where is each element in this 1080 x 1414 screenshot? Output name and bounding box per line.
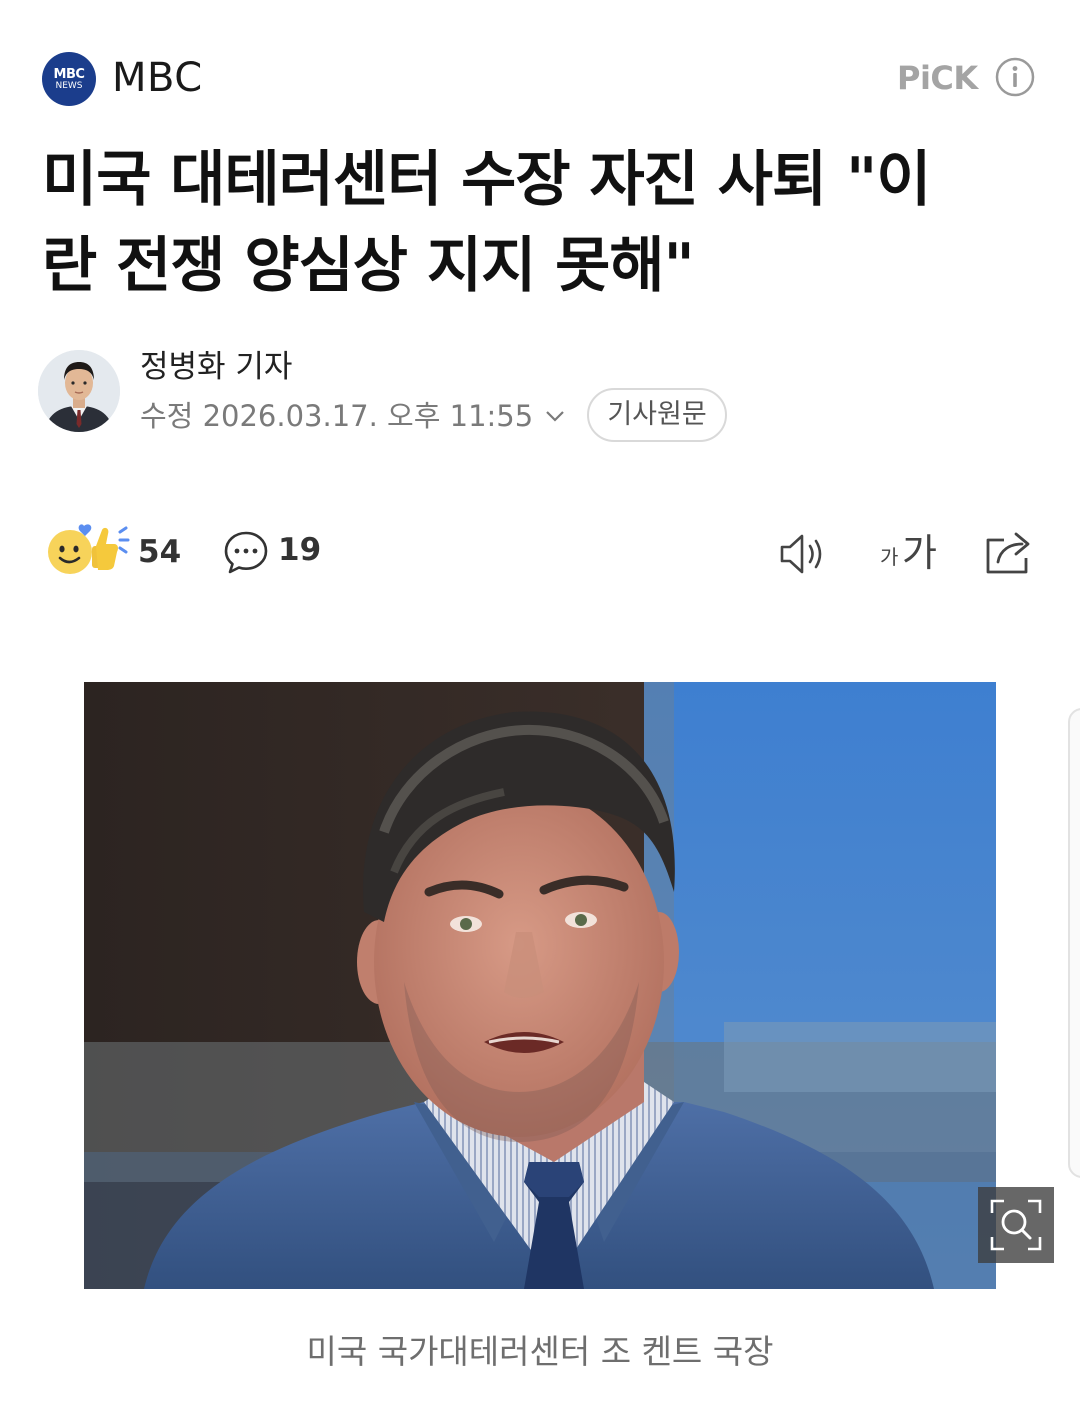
- headline-line-1: 미국 대테러센터 수장 자진 사퇴 "이: [42, 145, 932, 215]
- font-size-button[interactable]: 가 가: [880, 528, 944, 578]
- reaction-count[interactable]: 54: [138, 530, 181, 574]
- reaction-emoji-icon[interactable]: [44, 522, 130, 578]
- chevron-down-icon: [546, 411, 564, 422]
- photo-caption: 미국 국가대테러센터 조 켄트 국장: [306, 1332, 774, 1371]
- pick-badge: PiCK: [897, 59, 978, 97]
- press-name[interactable]: MBC: [112, 52, 203, 104]
- share-icon[interactable]: [982, 526, 1036, 578]
- press-logo[interactable]: MBC NEWS: [42, 52, 96, 106]
- article-headline: 미국 대테러센터 수장 자진 사퇴 "이 란 전쟁 양심상 지지 못해": [42, 137, 1042, 309]
- article-photo[interactable]: [84, 682, 996, 1289]
- date-text: 수정 2026.03.17. 오후 11:55: [140, 399, 534, 433]
- logo-text-news: NEWS: [55, 80, 83, 91]
- info-icon[interactable]: [994, 56, 1036, 98]
- comment-bubble-icon[interactable]: [222, 528, 270, 576]
- headline-line-2: 란 전쟁 양심상 지지 못해": [42, 231, 695, 301]
- font-size-small-label: 가: [880, 545, 899, 569]
- next-photo-peek[interactable]: [1068, 708, 1080, 1178]
- logo-text-mbc: MBC: [53, 66, 85, 82]
- reporter-name[interactable]: 정병화 기자: [140, 345, 292, 389]
- original-article-button[interactable]: 기사원문: [587, 388, 727, 442]
- zoom-icon[interactable]: [978, 1187, 1054, 1263]
- reporter-avatar[interactable]: [38, 350, 120, 432]
- speaker-icon[interactable]: [778, 530, 830, 578]
- comment-count[interactable]: 19: [278, 528, 321, 572]
- press-header: MBC NEWS MBC PiCK: [0, 0, 1080, 150]
- font-size-big-label: 가: [902, 531, 937, 575]
- article-date[interactable]: 수정 2026.03.17. 오후 11:55: [140, 394, 567, 438]
